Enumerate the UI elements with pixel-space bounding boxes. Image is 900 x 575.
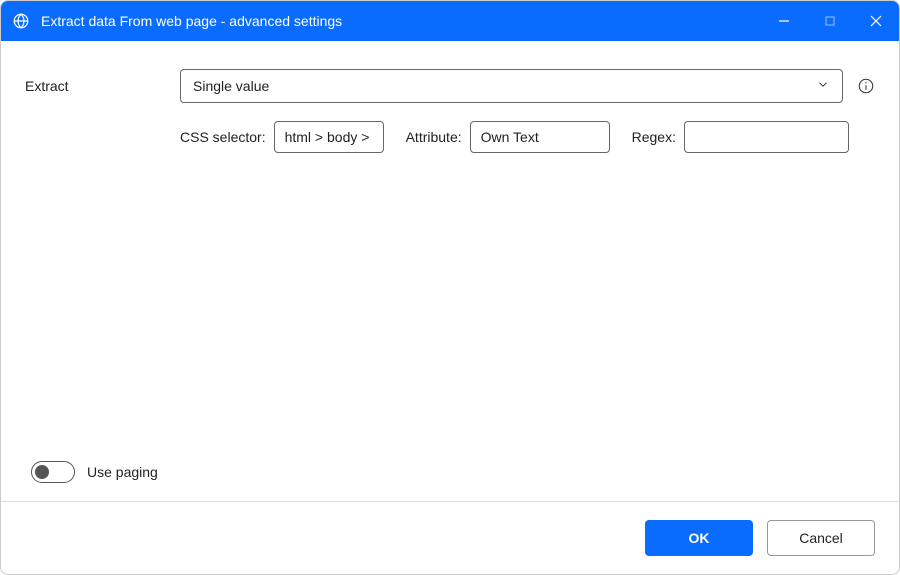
extract-select[interactable]: Single value <box>180 69 843 103</box>
attribute-input[interactable] <box>470 121 610 153</box>
info-icon[interactable] <box>857 77 875 95</box>
dialog-footer: OK Cancel <box>1 501 899 574</box>
css-selector-input[interactable] <box>274 121 384 153</box>
ok-button[interactable]: OK <box>645 520 753 556</box>
use-paging-row: Use paging <box>31 461 158 483</box>
use-paging-toggle[interactable] <box>31 461 75 483</box>
maximize-button <box>807 1 853 41</box>
close-button[interactable] <box>853 1 899 41</box>
cancel-button[interactable]: Cancel <box>767 520 875 556</box>
regex-input[interactable] <box>684 121 849 153</box>
regex-label: Regex: <box>632 129 676 145</box>
titlebar-title: Extract data From web page - advanced se… <box>41 13 761 29</box>
minimize-button[interactable] <box>761 1 807 41</box>
dialog-window: Extract data From web page - advanced se… <box>0 0 900 575</box>
toggle-knob <box>35 465 49 479</box>
extract-select-value: Single value <box>193 78 269 94</box>
chevron-down-icon <box>816 78 830 95</box>
use-paging-label: Use paging <box>87 464 158 480</box>
css-selector-label: CSS selector: <box>180 129 266 145</box>
extract-label: Extract <box>25 78 180 94</box>
dialog-body: Extract Single value CSS selector: Attri… <box>1 41 899 501</box>
attribute-label: Attribute: <box>406 129 462 145</box>
titlebar: Extract data From web page - advanced se… <box>1 1 899 41</box>
extract-row: Extract Single value <box>25 69 875 103</box>
params-row: CSS selector: Attribute: Regex: <box>180 121 875 153</box>
window-controls <box>761 1 899 41</box>
globe-icon <box>11 11 31 31</box>
